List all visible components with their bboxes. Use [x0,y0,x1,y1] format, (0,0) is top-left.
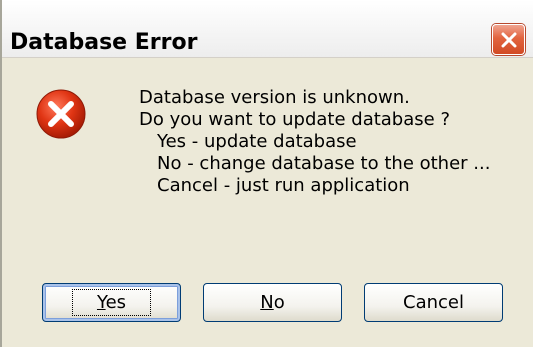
mnemonic: Y [96,292,106,313]
button-label: es [105,292,127,313]
yes-button[interactable]: Yes [42,283,181,322]
button-label: o [273,292,285,313]
message-line: No - change database to the other ... [157,153,491,174]
window-title: Database Error [10,30,198,55]
error-message: Database version is unknown. Do you want… [139,87,490,197]
close-button[interactable] [492,24,525,55]
title-bar[interactable]: Database Error [2,0,533,58]
message-line: Do you want to update database ? [139,109,450,130]
database-error-dialog: Database Error Database version is unkno… [0,0,533,347]
error-icon [36,89,86,139]
cancel-button[interactable]: Cancel [364,283,503,322]
message-line: Cancel - just run application [157,175,410,196]
focus-rect: Yes [71,289,152,316]
message-line: Database version is unknown. [139,87,410,108]
mnemonic: N [260,292,274,313]
message-line: Yes - update database [157,131,357,152]
no-button[interactable]: No [203,283,342,322]
button-label: Cancel [403,292,464,313]
close-icon [501,32,516,47]
